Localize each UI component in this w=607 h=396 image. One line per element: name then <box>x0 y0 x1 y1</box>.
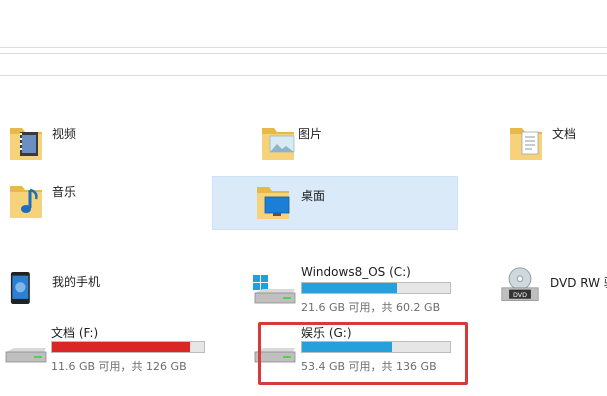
documents-folder-icon <box>510 128 542 160</box>
drive-label: 文档 (F:) <box>51 326 99 340</box>
video-folder-icon <box>10 128 42 160</box>
windows-drive-icon <box>253 275 296 304</box>
pictures-folder-icon <box>262 128 295 160</box>
desktop-folder-icon <box>257 187 290 219</box>
drive-free-space: 21.6 GB 可用，共 60.2 GB <box>301 301 441 314</box>
folder-label: 图片 <box>298 127 323 141</box>
drive-usage-bar <box>51 341 205 353</box>
folder-videos[interactable]: 视频 <box>0 118 246 172</box>
folder-label: 视频 <box>52 127 77 141</box>
highlight-annotation <box>258 322 468 385</box>
folder-pictures[interactable]: 图片 <box>252 118 498 172</box>
folder-desktop[interactable]: 桌面 <box>212 176 458 230</box>
toolbar-divider <box>0 47 607 48</box>
drive-usage-fill <box>302 283 397 293</box>
phone-icon <box>10 272 30 304</box>
folder-documents[interactable]: 文档 <box>500 118 607 172</box>
device-dvd[interactable]: DVD DVD RW 驱 <box>500 266 607 326</box>
folder-label: 文档 <box>552 127 577 141</box>
drive-f[interactable]: 文档 (F:) 11.6 GB 可用，共 126 GB <box>4 324 210 384</box>
address-bar-top <box>0 53 607 54</box>
address-bar-bottom <box>0 75 607 76</box>
drive-usage-bar <box>301 282 451 294</box>
drive-usage-fill <box>52 342 191 352</box>
device-label: DVD RW 驱 <box>550 276 607 290</box>
music-folder-icon <box>10 186 42 218</box>
folder-label: 音乐 <box>52 185 77 199</box>
device-label: 我的手机 <box>52 275 101 289</box>
svg-text:DVD: DVD <box>513 292 527 299</box>
drive-c[interactable]: Windows8_OS (C:) 21.6 GB 可用，共 60.2 GB <box>253 265 463 325</box>
folder-label: 桌面 <box>301 189 326 203</box>
drive-label: Windows8_OS (C:) <box>301 265 411 279</box>
folder-music[interactable]: 音乐 <box>0 176 246 230</box>
dvd-drive-icon: DVD <box>501 267 539 301</box>
hard-drive-icon <box>5 348 47 363</box>
device-phone[interactable]: 我的手机 <box>8 266 228 326</box>
drive-free-space: 11.6 GB 可用，共 126 GB <box>51 360 187 373</box>
